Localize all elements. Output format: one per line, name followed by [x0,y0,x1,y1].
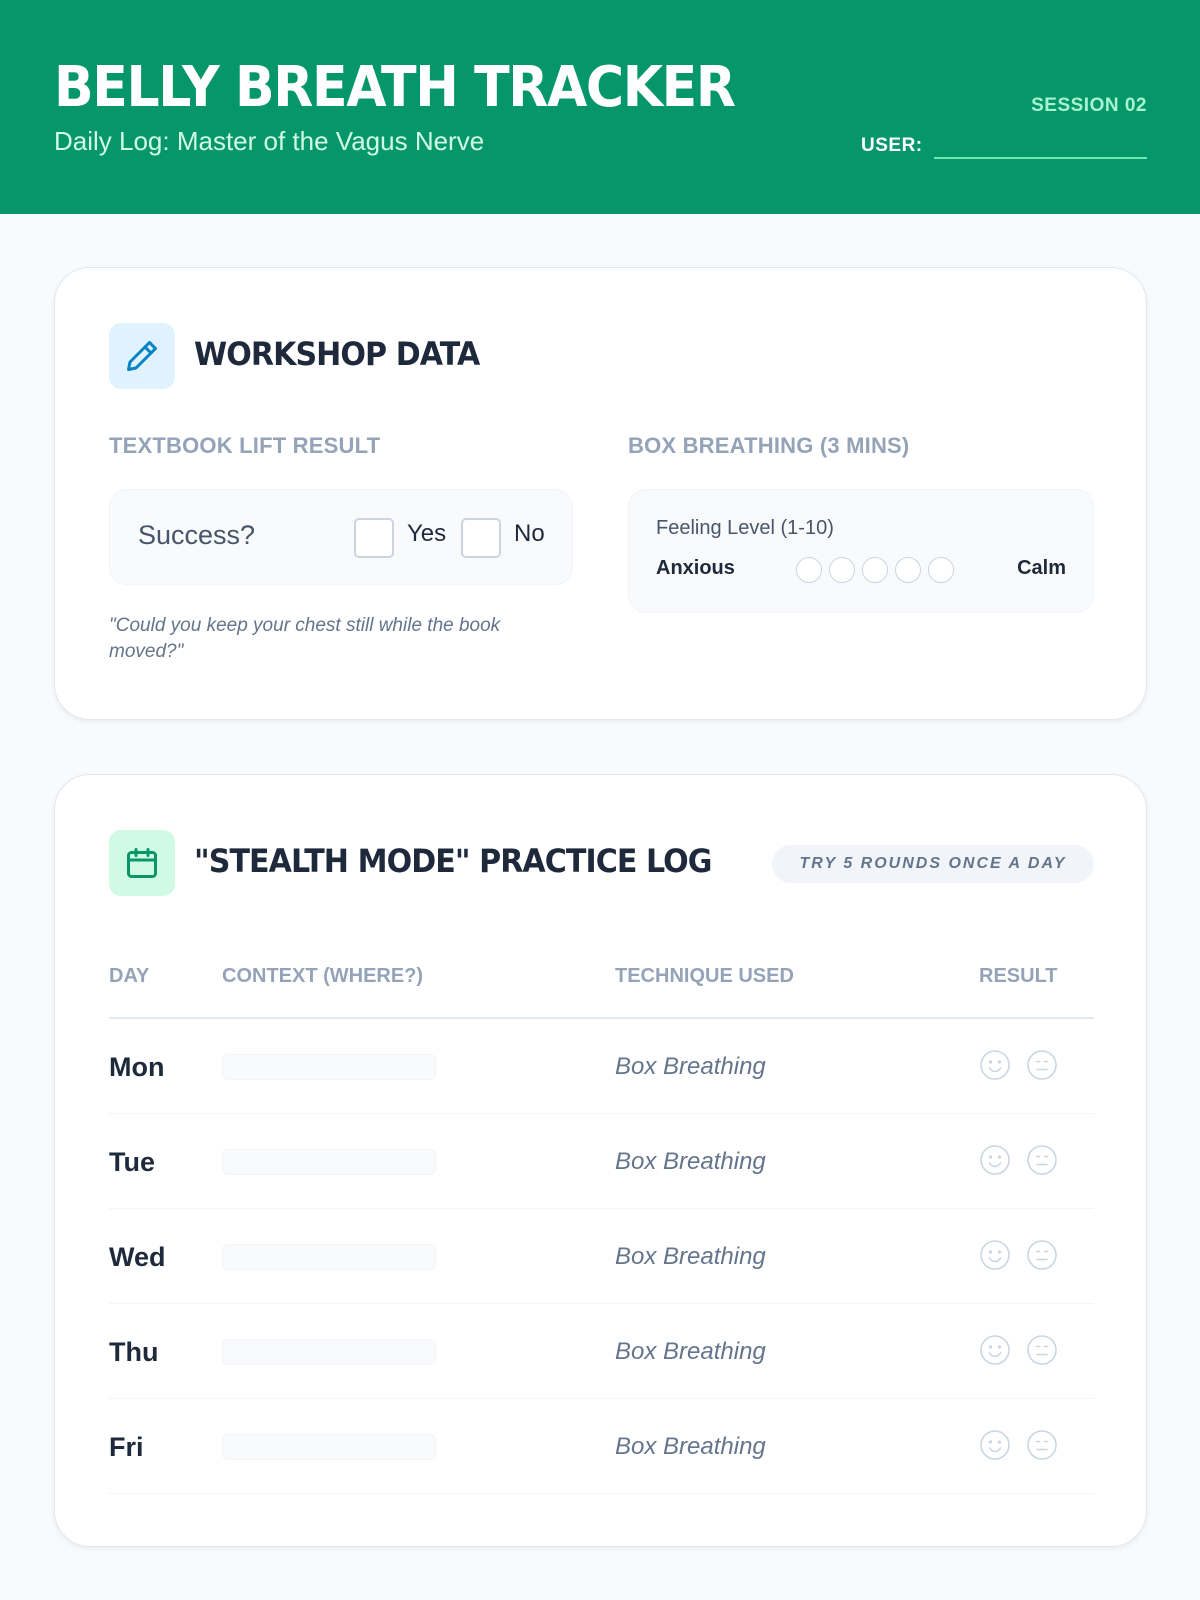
row-day: Thu [109,1337,159,1367]
table-row: Fri Box Breathing [109,1399,1094,1494]
workshop-data-card: WORKSHOP DATA TEXTBOOK LIFT RESULT Succe… [54,267,1147,720]
page-title: BELLY BREATH TRACKER [54,55,736,120]
scale-dot-1[interactable] [796,557,822,583]
no-checkbox[interactable] [461,518,501,558]
row-technique: Box Breathing [615,1053,766,1080]
table-row: Mon Box Breathing [109,1019,1094,1114]
smile-face-icon[interactable] [979,1334,1011,1366]
user-label: USER: [861,135,923,156]
row-day: Mon [109,1052,165,1082]
smile-face-icon[interactable] [979,1049,1011,1081]
neutral-face-icon[interactable] [1026,1049,1058,1081]
practice-title: "STEALTH MODE" PRACTICE LOG [194,842,712,880]
practice-goal-badge: TRY 5 ROUNDS ONCE A DAY [772,845,1094,883]
context-input[interactable] [222,1434,436,1460]
neutral-face-icon[interactable] [1026,1334,1058,1366]
calm-label: Calm [1017,557,1066,579]
table-row: Tue Box Breathing [109,1114,1094,1209]
context-input[interactable] [222,1244,436,1270]
row-technique: Box Breathing [615,1433,766,1460]
success-question: Success? [138,520,256,550]
practice-icon-box [109,830,175,896]
row-day: Fri [109,1432,144,1462]
scale-dot-2[interactable] [829,557,855,583]
page-subtitle: Daily Log: Master of the Vagus Nerve [54,126,485,156]
scale-dot-4[interactable] [895,557,921,583]
neutral-face-icon[interactable] [1026,1144,1058,1176]
column-header-result: RESULT [979,965,1058,987]
pencil-icon [127,341,157,371]
scale-dot-3[interactable] [862,557,888,583]
neutral-face-icon[interactable] [1026,1239,1058,1271]
header-banner: BELLY BREATH TRACKER Daily Log: Master o… [0,0,1200,214]
smile-face-icon[interactable] [979,1144,1011,1176]
workshop-icon-box [109,323,175,389]
neutral-face-icon[interactable] [1026,1429,1058,1461]
session-label: SESSION 02 [1031,95,1147,116]
lift-section-label: TEXTBOOK LIFT RESULT [109,433,381,458]
yes-checkbox[interactable] [354,518,394,558]
practice-log-card: "STEALTH MODE" PRACTICE LOG TRY 5 ROUNDS… [54,774,1147,1547]
table-row: Thu Box Breathing [109,1304,1094,1399]
context-input[interactable] [222,1149,436,1175]
anxious-label: Anxious [656,557,735,579]
column-header-day: DAY [109,965,150,987]
box-breathing-label: BOX BREATHING (3 MINS) [628,433,910,458]
feeling-level-label: Feeling Level (1-10) [656,517,834,539]
column-header-context: CONTEXT (WHERE?) [222,965,424,987]
row-day: Tue [109,1147,155,1177]
row-divider [109,1493,1094,1494]
row-technique: Box Breathing [615,1148,766,1175]
calendar-icon [127,848,157,878]
feeling-scale-box: Feeling Level (1-10) Anxious Calm [628,489,1094,613]
yes-label: Yes [407,520,447,547]
row-technique: Box Breathing [615,1243,766,1270]
smile-face-icon[interactable] [979,1429,1011,1461]
no-label: No [514,520,545,547]
lift-result-box: Success? Yes No [109,489,573,585]
scale-dot-5[interactable] [928,557,954,583]
user-input-line[interactable] [934,157,1147,159]
row-day: Wed [109,1242,166,1272]
lift-quote: "Could you keep your chest still while t… [109,615,501,662]
row-technique: Box Breathing [615,1338,766,1365]
smile-face-icon[interactable] [979,1239,1011,1271]
workshop-title: WORKSHOP DATA [194,335,480,373]
context-input[interactable] [222,1339,436,1365]
context-input[interactable] [222,1054,436,1080]
table-row: Wed Box Breathing [109,1209,1094,1304]
column-header-technique: TECHNIQUE USED [615,965,794,987]
